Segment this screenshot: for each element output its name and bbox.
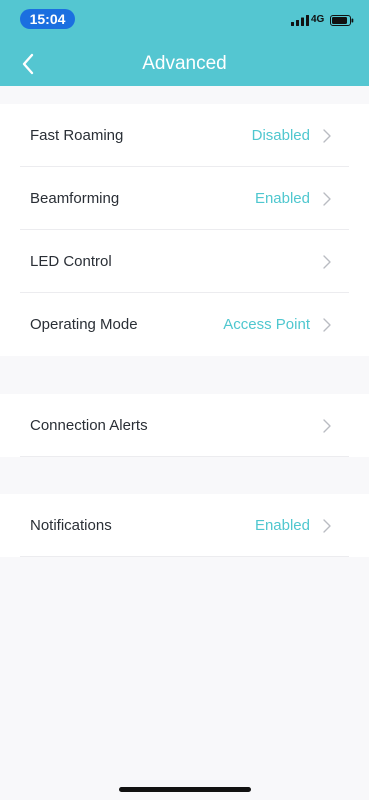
chevron-right-icon: [323, 318, 331, 332]
row-label: Connection Alerts: [30, 417, 148, 434]
settings-group-wireless: Fast Roaming Disabled Beamforming Enable…: [0, 104, 369, 356]
row-label: Fast Roaming: [30, 127, 124, 144]
settings-group-notifications: Notifications Enabled: [0, 494, 369, 557]
chevron-right-icon: [323, 192, 331, 206]
chevron-right-icon: [323, 519, 331, 533]
row-label: Notifications: [30, 517, 112, 534]
row-operating-mode[interactable]: Operating Mode Access Point: [0, 293, 369, 356]
row-value: Enabled: [254, 190, 310, 207]
battery-icon: [330, 15, 354, 26]
signal-icon: [291, 15, 309, 26]
row-connection-alerts[interactable]: Connection Alerts: [0, 394, 369, 457]
row-label: LED Control: [30, 253, 112, 270]
status-bar: 15:04 4G: [0, 0, 369, 40]
network-type-label: 4G: [311, 14, 325, 25]
row-label: Beamforming: [30, 190, 120, 207]
divider: [20, 556, 349, 557]
divider: [20, 456, 349, 457]
row-value: Disabled: [251, 127, 310, 144]
row-value: Enabled: [254, 517, 310, 534]
home-indicator[interactable]: [119, 787, 251, 792]
row-beamforming[interactable]: Beamforming Enabled: [0, 167, 369, 230]
app-header: 15:04 4G Advanced: [0, 0, 369, 86]
chevron-right-icon: [323, 129, 331, 143]
row-notifications[interactable]: Notifications Enabled: [0, 494, 369, 557]
row-fast-roaming[interactable]: Fast Roaming Disabled: [0, 104, 369, 167]
row-label: Operating Mode: [30, 316, 138, 333]
row-value: Access Point: [223, 316, 310, 333]
row-led-control[interactable]: LED Control: [0, 230, 369, 293]
navigation-bar: Advanced: [0, 40, 369, 86]
chevron-right-icon: [323, 419, 331, 433]
status-time: 15:04: [20, 9, 75, 29]
settings-group-alerts: Connection Alerts: [0, 394, 369, 457]
page-title: Advanced: [142, 53, 227, 74]
chevron-right-icon: [323, 255, 331, 269]
